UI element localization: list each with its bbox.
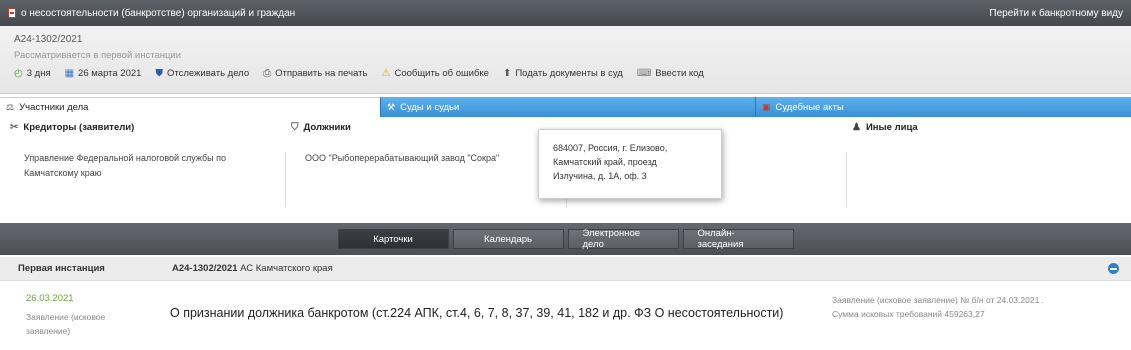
enter-code-label: Ввести код — [655, 68, 704, 79]
report-error-button[interactable]: ⚠ Сообщить об ошибке — [381, 68, 488, 79]
entry-subject[interactable]: О признании должника банкротом (ст.224 А… — [170, 306, 783, 320]
instance-court: АС Камчатского края — [237, 263, 333, 274]
clock-icon: ◴ — [14, 67, 23, 79]
others-heading: ♟ Иные лица — [852, 122, 1112, 133]
document-icon — [8, 8, 16, 18]
scales-icon: ⚖ — [6, 102, 15, 112]
shield-icon: ⛉ — [291, 122, 299, 133]
header-bar: о несостоятельности (банкротстве) органи… — [0, 0, 1131, 26]
address-line3: Излучина, д. 1А, оф. 3 — [553, 171, 647, 181]
days-label: 3 дня — [26, 68, 51, 79]
printer-icon: ⎙ — [263, 67, 272, 79]
track-case-button[interactable]: ⛊ Отслеживать дело — [155, 68, 249, 79]
shield-icon: ⛊ — [155, 67, 163, 79]
tab-calendar[interactable]: Календарь — [452, 229, 564, 249]
creditor-name-line1: Управление Федеральной налоговой службы … — [24, 153, 227, 163]
person-icon: ♟ — [852, 122, 861, 133]
tab-courts[interactable]: ⚒ Суды и судьи — [380, 97, 755, 117]
entry-type: Заявление (исковое заявление) — [26, 310, 136, 338]
instance-case-number: А24-1302/2021 — [172, 263, 238, 274]
case-status: Рассматривается в первой инстанции — [14, 50, 182, 61]
address-line1: 684007, Россия, г. Елизово, — [553, 143, 668, 153]
report-error-label: Сообщить об ошибке — [394, 68, 489, 79]
debtors-heading: ⛉ Должники — [291, 122, 551, 133]
creditors-heading: ✂ Кредиторы (заявители) — [10, 122, 280, 133]
case-category-title: о несостоятельности (банкротстве) органи… — [21, 7, 296, 19]
view-tabs-bar: Карточки Календарь Электронное дело Онла… — [0, 223, 1131, 255]
address-tooltip: 684007, Россия, г. Елизово, Камчатский к… — [538, 129, 722, 199]
debtor-name: ООО "Рыбоперерабатывающий завод "Сокра" — [305, 153, 500, 163]
tab-participants[interactable]: ⚖ Участники дела — [0, 97, 380, 117]
creditor-entry[interactable]: Управление Федеральной налоговой службы … — [10, 151, 280, 181]
others-column: ♟ Иные лица — [852, 122, 1112, 208]
tab-courts-label: Суды и судьи — [400, 101, 460, 113]
debtors-column: ⛉ Должники ООО "Рыбоперерабатывающий зав… — [291, 122, 551, 208]
instance-label: Первая инстанция — [18, 263, 105, 274]
bankruptcy-view-link[interactable]: Перейти к банкротному виду — [989, 8, 1123, 19]
entry-meta-line2: Сумма исковых требований 459263,27 — [832, 309, 985, 319]
submit-documents-label: Подать документы в суд — [515, 68, 623, 79]
pdf-icon: ▣ — [762, 101, 771, 112]
case-toolbar: ◴ 3 дня ▦ 26 марта 2021 ⛊ Отслеживать де… — [14, 68, 1117, 79]
collapse-icon[interactable] — [1108, 263, 1119, 274]
tab-online-hearings[interactable]: Онлайн-заседания — [682, 228, 794, 250]
address-line2: Камчатский край, проезд — [553, 157, 657, 167]
case-entry: 26.03.2021 Заявление (исковое заявление)… — [0, 285, 1131, 345]
entry-meta-line1: Заявление (исковое заявление) № б/н от 2… — [832, 295, 1045, 305]
entry-type-line2: заявление) — [26, 326, 71, 336]
entry-date: 26.03.2021 — [26, 293, 74, 304]
gavel-icon: ⚒ — [387, 101, 396, 112]
case-number: А24-1302/2021 — [14, 34, 83, 45]
keyboard-icon: ⌨ — [636, 67, 652, 79]
print-label: Отправить на печать — [275, 68, 368, 79]
track-case-label: Отслеживать дело — [166, 68, 250, 79]
print-button[interactable]: ⎙ Отправить на печать — [263, 68, 367, 79]
days-indicator: ◴ 3 дня — [14, 68, 51, 79]
calendar-icon: ▦ — [64, 67, 75, 79]
case-header: А24-1302/2021 Рассматривается в первой и… — [0, 26, 1131, 94]
creditor-name-line2: Камчатскому краю — [24, 168, 102, 178]
scissors-icon: ✂ — [10, 122, 19, 133]
next-date-label: 26 марта 2021 — [78, 68, 142, 79]
submit-documents-button[interactable]: ⬆ Подать документы в суд — [503, 68, 623, 79]
entry-type-line1: Заявление (исковое — [26, 312, 106, 322]
entry-meta: Заявление (исковое заявление) № б/н от 2… — [832, 293, 1122, 321]
instance-header: Первая инстанция А24-1302/2021 АС Камчат… — [0, 257, 1131, 281]
instance-case: А24-1302/2021 АС Камчатского края — [172, 263, 333, 274]
column-divider — [285, 152, 286, 207]
case-tabs: ⚖ Участники дела ⚒ Суды и судьи ▣ Судебн… — [0, 97, 1131, 117]
creditors-title: Кредиторы (заявители) — [23, 122, 135, 133]
tab-cards[interactable]: Карточки — [337, 229, 449, 249]
others-title: Иные лица — [865, 122, 918, 133]
enter-code-button[interactable]: ⌨ Ввести код — [637, 68, 704, 79]
tab-acts-label: Судебные акты — [775, 101, 844, 113]
warning-icon: ⚠ — [381, 67, 391, 79]
tab-electronic-case[interactable]: Электронное дело — [567, 228, 679, 250]
creditors-column: ✂ Кредиторы (заявители) Управление Федер… — [10, 122, 280, 208]
upload-icon: ⬆ — [502, 67, 512, 79]
debtor-entry[interactable]: ООО "Рыбоперерабатывающий завод "Сокра" — [291, 151, 551, 166]
tab-acts[interactable]: ▣ Судебные акты — [755, 97, 1131, 117]
next-date: ▦ 26 марта 2021 — [65, 68, 142, 79]
column-divider — [846, 152, 847, 207]
debtors-title: Должники — [303, 122, 351, 133]
tab-participants-label: Участники дела — [19, 102, 89, 113]
